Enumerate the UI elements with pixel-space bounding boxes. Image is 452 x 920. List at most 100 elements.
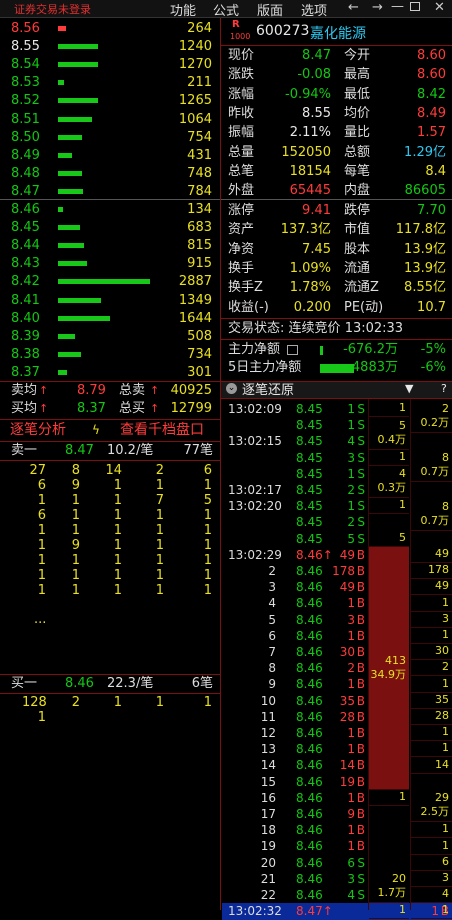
agg-col2: 30	[411, 644, 452, 661]
ask-level-row[interactable]: 8.48 748	[0, 164, 218, 183]
tick-row[interactable]: 13:02:17 8.45 2 S	[222, 482, 368, 499]
ask-level-row[interactable]: 8.52 1265	[0, 91, 218, 110]
tick-row[interactable]: 3 8.46 49 B	[222, 579, 368, 596]
tick-row[interactable]: 22 8.46 4 S	[222, 887, 368, 904]
tick-row[interactable]: 13 8.46 1 B	[222, 741, 368, 758]
menu-options[interactable]: 选项	[301, 0, 327, 19]
tick-row[interactable]: 8 8.46 2 B	[222, 660, 368, 677]
tick-row[interactable]: 18 8.46 1 B	[222, 822, 368, 839]
tick-row[interactable]: 6 8.46 1 B	[222, 628, 368, 645]
login-status[interactable]: 证券交易未登录	[14, 1, 91, 17]
agg-col1-text: 413 34.9万	[371, 654, 407, 682]
tick-price: 8.47↑	[296, 904, 333, 919]
bid-level-row[interactable]: 8.43 915	[0, 254, 218, 273]
buyq-divider	[0, 693, 220, 694]
tick-row[interactable]: 8.45 3 S	[222, 450, 368, 467]
minimize-icon[interactable]: —	[391, 0, 404, 14]
tick-price: 8.45	[296, 418, 323, 433]
tick-row[interactable]: 13:02:29 8.46↑ 49 B	[222, 547, 368, 564]
bid-level-row[interactable]: 8.40 1644	[0, 309, 218, 328]
ask-level-row[interactable]: 8.54 1270	[0, 55, 218, 74]
bid-level-row[interactable]: 8.37 301	[0, 363, 218, 382]
menu-function[interactable]: 功能	[170, 0, 196, 19]
ticks-title-bar: ⌄ 逐笔还原 ▼ ?	[221, 381, 452, 399]
ask-level-row[interactable]: 8.49 431	[0, 146, 218, 165]
tick-row[interactable]: 8.45 2 S	[222, 514, 368, 531]
doc-icon[interactable]	[287, 345, 298, 355]
bid-level-row[interactable]: 8.42 2887	[0, 272, 218, 291]
quote-value: 7.45	[302, 241, 331, 257]
tick-row[interactable]: 17 8.46 9 B	[222, 806, 368, 823]
bid-level-row[interactable]: 8.46 134	[0, 200, 218, 219]
tick-row[interactable]: 10 8.46 35 B	[222, 693, 368, 710]
tick-row[interactable]: 13:02:20 8.45 1 S	[222, 498, 368, 515]
tick-row[interactable]: 7 8.46 30 B	[222, 644, 368, 661]
agg-divider	[368, 399, 369, 910]
ask-level-row[interactable]: 8.56 264	[0, 19, 218, 38]
back-arrow-icon[interactable]: ←	[348, 0, 359, 15]
sell-queue-cell: 1	[155, 553, 164, 568]
tick-row[interactable]: 9 8.46 1 B	[222, 676, 368, 693]
agg-col2-text: 8 0.7万	[421, 451, 450, 479]
tick-row[interactable]: 14 8.46 14 B	[222, 757, 368, 774]
tick-row[interactable]: 8.45 1 S	[222, 466, 368, 483]
stock-code[interactable]: 600273	[256, 23, 309, 39]
agg-col2: 8 0.7万	[411, 482, 452, 531]
tick-row[interactable]: 4 8.46 1 B	[222, 595, 368, 612]
bid-level-row[interactable]: 8.38 734	[0, 345, 218, 364]
sell-queue-cell: 1	[203, 478, 212, 493]
close-icon[interactable]: ✕	[434, 0, 445, 15]
tick-row[interactable]: 5 8.46 3 B	[222, 612, 368, 629]
agg-col1-text: 1	[399, 903, 406, 917]
tick-row[interactable]: 19 8.46 1 B	[222, 838, 368, 855]
ask-level-row[interactable]: 8.55 1240	[0, 37, 218, 56]
tick-analysis-tab[interactable]: 逐笔分析	[10, 420, 66, 441]
tick-row[interactable]: 21 8.46 3 S	[222, 871, 368, 888]
agg-col2-text: 35	[435, 693, 449, 707]
tick-time: 2	[268, 564, 276, 578]
tick-row[interactable]: 12 8.46 1 B	[222, 725, 368, 742]
menu-layout[interactable]: 版面	[257, 0, 283, 19]
tick-row[interactable]: 13:02:09 8.45 1 S	[222, 401, 368, 418]
restore-icon[interactable]	[410, 2, 420, 11]
filter-icon[interactable]: ▼	[405, 382, 413, 395]
ask-level-row[interactable]: 8.51 1064	[0, 110, 218, 129]
view-depth-link[interactable]: 查看千档盘口	[120, 420, 204, 441]
sell-queue-cell: 1	[37, 553, 46, 568]
tick-time: 13:02:29	[228, 547, 282, 562]
tick-volume: 1	[347, 726, 355, 740]
bid-level-row[interactable]: 8.41 1349	[0, 291, 218, 310]
tick-price: 8.45	[296, 499, 323, 514]
tick-row[interactable]: 15 8.46 19 B	[222, 774, 368, 791]
tick-row[interactable]: 8.45 5 S	[222, 531, 368, 548]
help-icon[interactable]: ?	[441, 382, 447, 395]
tick-row[interactable]: 8.45 1 S	[222, 417, 368, 434]
bid-level-row[interactable]: 8.45 683	[0, 218, 218, 237]
bid-level-row[interactable]: 8.39 508	[0, 327, 218, 346]
bid-level-row[interactable]: 8.44 815	[0, 236, 218, 255]
ask-level-row[interactable]: 8.50 754	[0, 128, 218, 147]
up-arrow-icon: ↑	[150, 384, 160, 397]
ask-volume: 264	[187, 21, 212, 36]
bid-volume-bar	[58, 207, 63, 212]
agg-col1-volume: 1	[399, 401, 406, 415]
tick-price: 8.46	[296, 774, 323, 789]
quote-value: 8.47	[302, 48, 331, 63]
menu-formula[interactable]: 公式	[213, 0, 239, 19]
stock-name[interactable]: 嘉化能源	[310, 23, 366, 43]
tick-row[interactable]: 16 8.46 1 B	[222, 790, 368, 807]
forward-arrow-icon[interactable]: →	[372, 0, 383, 15]
tick-row[interactable]: 13:02:15 8.45 4 S	[222, 433, 368, 450]
agg-col2-text: 2 0.2万	[421, 402, 450, 430]
collapse-icon[interactable]: ⌄	[226, 383, 237, 394]
quote-value: 1.09%	[289, 260, 331, 276]
tick-row[interactable]: 11 8.46 28 B	[222, 709, 368, 726]
agg-col2-volume: 1	[442, 595, 449, 609]
agg-col1-volume: 1	[399, 449, 406, 463]
tick-side: B	[356, 839, 365, 854]
tick-row[interactable]: 20 8.46 6 S	[222, 855, 368, 872]
tick-volume: 9	[347, 807, 355, 821]
tick-row[interactable]: 2 8.46 178 B	[222, 563, 368, 580]
ask-level-row[interactable]: 8.53 211	[0, 73, 218, 92]
sell-total-value: 40925	[170, 383, 212, 398]
